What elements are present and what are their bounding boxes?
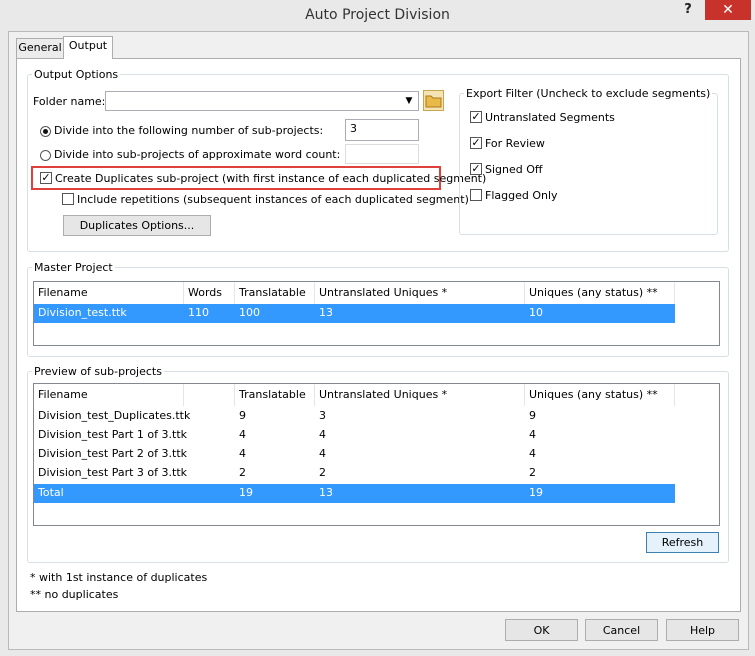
- column-header-untranslated-uniques[interactable]: Untranslated Uniques *: [315, 282, 525, 304]
- master-project-table[interactable]: Filename Words Translatable Untranslated…: [33, 281, 720, 346]
- filter-signed-off-checkbox[interactable]: ✓: [470, 163, 482, 175]
- filter-flagged-only-checkbox[interactable]: [470, 189, 482, 201]
- footnote-1: * with 1st instance of duplicates: [30, 571, 208, 584]
- sub-project-count-input[interactable]: 3: [345, 119, 419, 141]
- close-icon[interactable]: ✕: [705, 0, 751, 20]
- column-header-translatable[interactable]: Translatable: [235, 282, 315, 304]
- master-project-label: Master Project: [32, 261, 115, 274]
- cell-untranslated-uniques: 4: [319, 428, 326, 441]
- cell-filename: Total: [38, 486, 64, 499]
- divide-by-wordcount-radio[interactable]: [40, 150, 51, 161]
- help-button[interactable]: Help: [666, 619, 739, 641]
- column-header-uniques-any[interactable]: Uniques (any status) **: [525, 384, 675, 406]
- cell-translatable: 4: [239, 428, 246, 441]
- cell-translatable: 4: [239, 447, 246, 460]
- include-repetitions-label: Include repetitions (subsequent instance…: [77, 193, 469, 206]
- table-row[interactable]: Division_test.ttk 110 100 13 10: [34, 304, 675, 323]
- tab-general[interactable]: General: [16, 38, 64, 59]
- cell-translatable: 2: [239, 466, 246, 479]
- cell-filename: Division_test Part 3 of 3.ttk: [38, 466, 187, 479]
- output-options-label: Output Options: [32, 68, 121, 81]
- cancel-button[interactable]: Cancel: [585, 619, 658, 641]
- column-header-words[interactable]: Words: [184, 282, 235, 304]
- divide-by-number-radio[interactable]: [40, 126, 51, 137]
- duplicates-options-button[interactable]: Duplicates Options...: [63, 215, 211, 236]
- cell-untranslated-uniques: 3: [319, 409, 326, 422]
- table-row[interactable]: Division_test Part 1 of 3.ttk 4 4 4: [34, 426, 675, 445]
- column-header-uniques-any[interactable]: Uniques (any status) **: [525, 282, 675, 304]
- cell-filename: Division_test_Duplicates.ttk: [38, 409, 191, 422]
- export-filter-label: Export Filter (Uncheck to exclude segmen…: [464, 87, 713, 100]
- tab-output[interactable]: Output: [63, 36, 113, 59]
- table-row[interactable]: Division_test Part 2 of 3.ttk 4 4 4: [34, 445, 675, 464]
- create-duplicates-label: Create Duplicates sub-project (with firs…: [55, 172, 487, 185]
- cell-translatable: 19: [239, 486, 253, 499]
- window-title: Auto Project Division: [305, 7, 450, 23]
- column-header-filename[interactable]: Filename: [34, 282, 184, 304]
- refresh-button[interactable]: Refresh: [646, 532, 719, 553]
- filter-for-review-checkbox[interactable]: ✓: [470, 137, 482, 149]
- footnote-2: ** no duplicates: [30, 588, 119, 601]
- chevron-down-icon[interactable]: ▼: [403, 96, 415, 106]
- ok-button[interactable]: OK: [505, 619, 578, 641]
- cell-filename: Division_test Part 1 of 3.ttk: [38, 428, 187, 441]
- folder-name-label: Folder name:: [33, 95, 106, 108]
- folder-browse-icon[interactable]: [423, 90, 444, 111]
- cell-translatable: 100: [239, 306, 260, 319]
- filter-signed-off-label: Signed Off: [485, 163, 543, 176]
- cell-filename: Division_test.ttk: [38, 306, 127, 319]
- divide-by-number-label: Divide into the following number of sub-…: [54, 124, 324, 137]
- cell-translatable: 9: [239, 409, 246, 422]
- divide-by-wordcount-label: Divide into sub-projects of approximate …: [54, 148, 341, 161]
- create-duplicates-checkbox[interactable]: ✓: [40, 172, 52, 184]
- cell-uniques-any: 4: [529, 428, 536, 441]
- preview-table[interactable]: Filename Translatable Untranslated Uniqu…: [33, 383, 720, 526]
- filter-untranslated-label: Untranslated Segments: [485, 111, 615, 124]
- cell-untranslated-uniques: 13: [319, 306, 333, 319]
- filter-flagged-only-label: Flagged Only: [485, 189, 558, 202]
- column-header-filename[interactable]: Filename: [34, 384, 184, 406]
- table-row-total[interactable]: Total 19 13 19: [34, 484, 675, 503]
- cell-uniques-any: 9: [529, 409, 536, 422]
- help-icon[interactable]: ?: [677, 2, 699, 22]
- cell-words: 110: [188, 306, 209, 319]
- cell-uniques-any: 19: [529, 486, 543, 499]
- preview-label: Preview of sub-projects: [32, 365, 164, 378]
- filter-for-review-label: For Review: [485, 137, 545, 150]
- cell-filename: Division_test Part 2 of 3.ttk: [38, 447, 187, 460]
- column-header-translatable[interactable]: Translatable: [235, 384, 315, 406]
- cell-uniques-any: 4: [529, 447, 536, 460]
- cell-uniques-any: 2: [529, 466, 536, 479]
- include-repetitions-checkbox[interactable]: [62, 193, 74, 205]
- cell-untranslated-uniques: 2: [319, 466, 326, 479]
- column-header-untranslated-uniques[interactable]: Untranslated Uniques *: [315, 384, 525, 406]
- word-count-input[interactable]: [345, 144, 419, 164]
- table-row[interactable]: Division_test Part 3 of 3.ttk 2 2 2: [34, 464, 675, 483]
- cell-uniques-any: 10: [529, 306, 543, 319]
- column-header-blank[interactable]: [184, 384, 235, 406]
- cell-untranslated-uniques: 13: [319, 486, 333, 499]
- cell-untranslated-uniques: 4: [319, 447, 326, 460]
- table-row[interactable]: Division_test_Duplicates.ttk 9 3 9: [34, 407, 675, 426]
- folder-name-combo[interactable]: [105, 91, 419, 111]
- filter-untranslated-checkbox[interactable]: ✓: [470, 111, 482, 123]
